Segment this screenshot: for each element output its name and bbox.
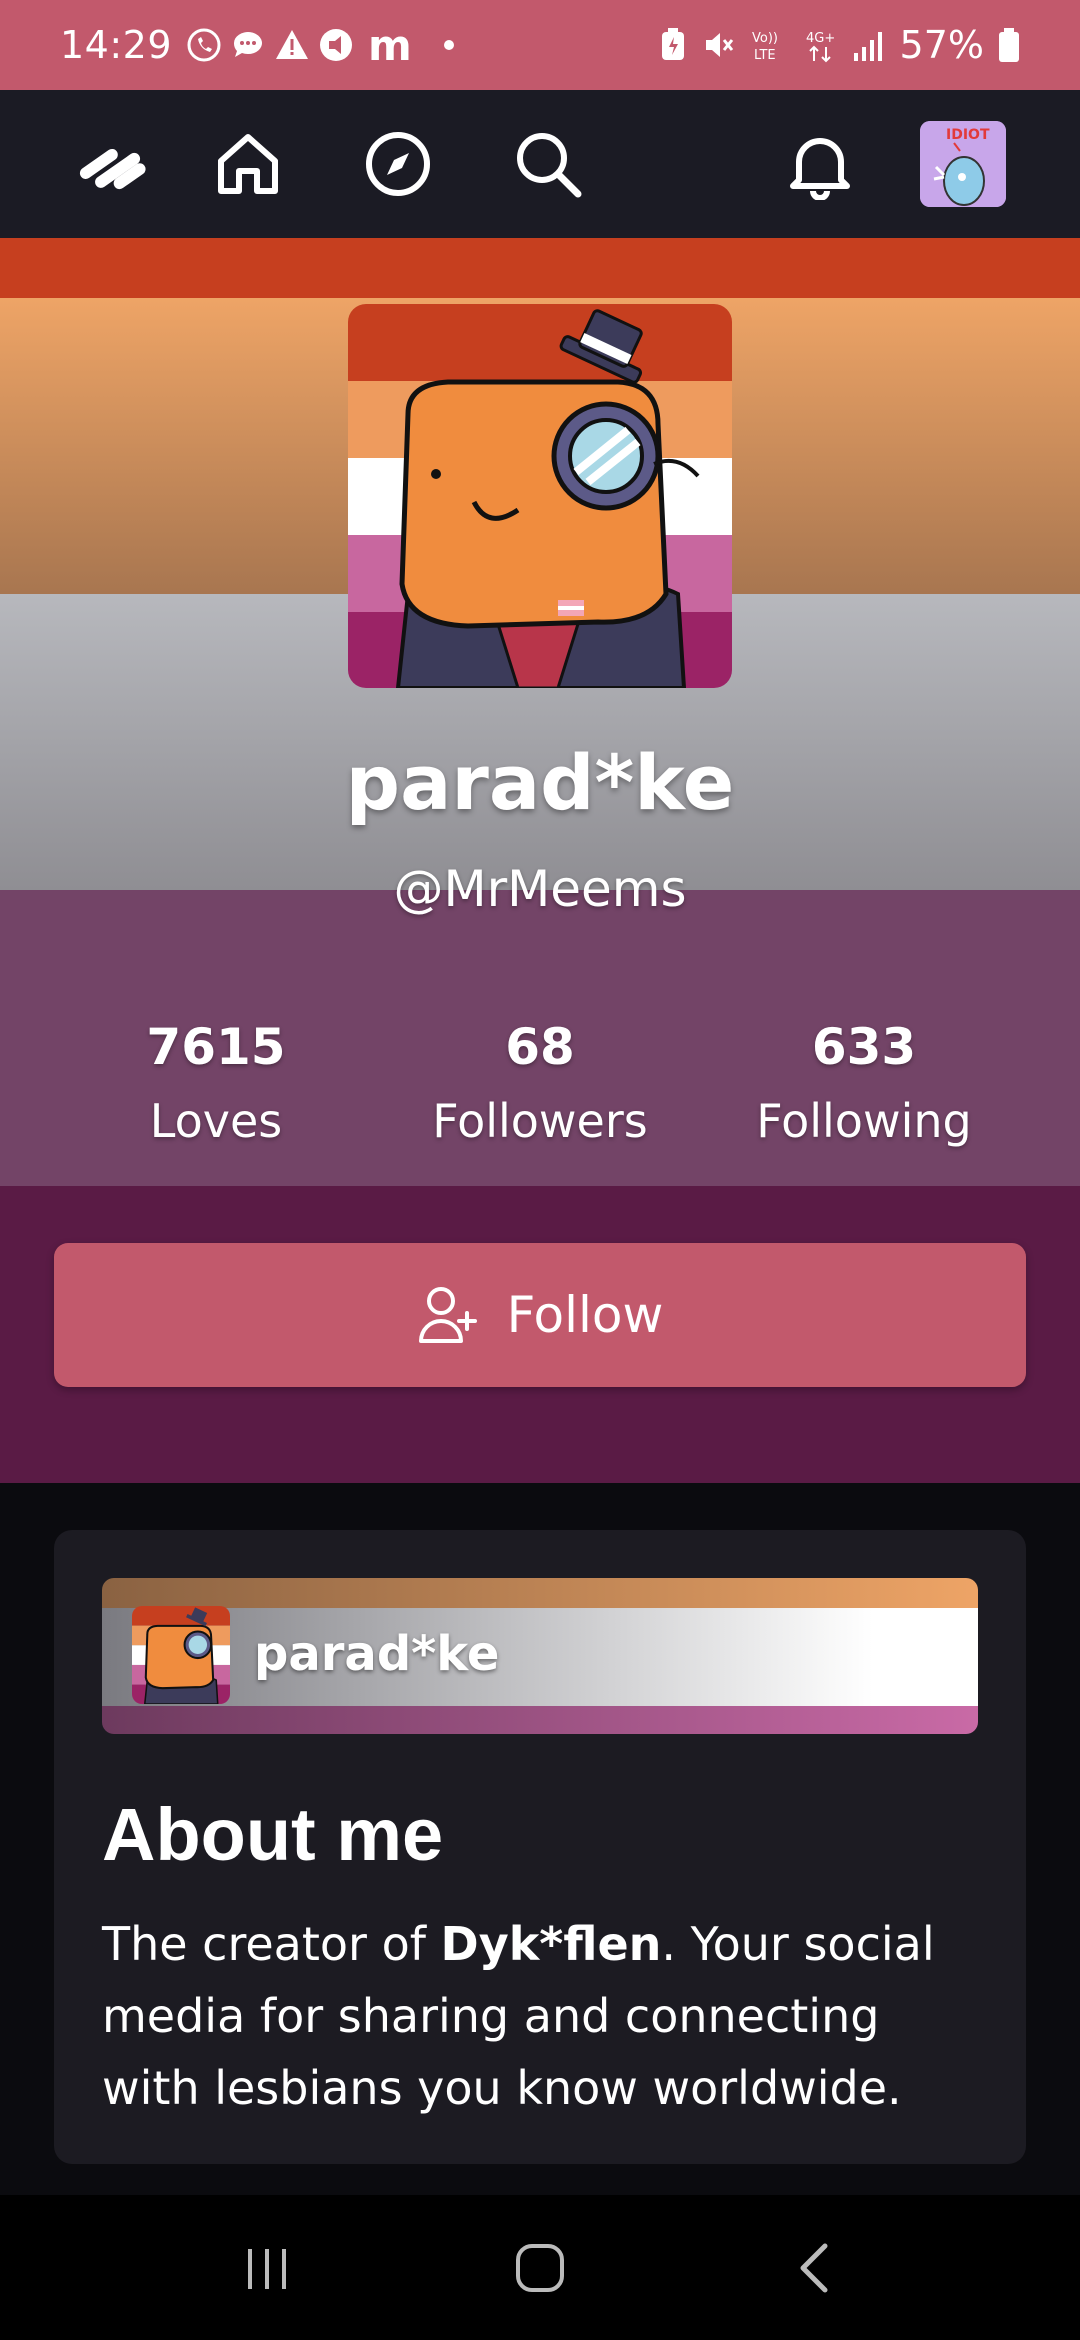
app-logo-icon[interactable] xyxy=(74,124,154,204)
bell-icon[interactable] xyxy=(780,124,860,204)
stat-value: 633 xyxy=(811,1018,917,1076)
profile-stats: 7615 Loves 68 Followers 633 Following xyxy=(0,1018,1080,1148)
back-chevron-icon xyxy=(800,2243,828,2292)
stat-loves[interactable]: 7615 Loves xyxy=(54,1018,378,1148)
battery-saver-icon xyxy=(661,28,684,60)
profile-banner: parad*ke @MrMeems 7615 Loves 68 Follower… xyxy=(0,238,1080,1483)
mini-avatar xyxy=(132,1606,230,1704)
follow-label: Follow xyxy=(506,1286,664,1344)
battery-icon xyxy=(999,28,1019,62)
viber-icon xyxy=(187,28,221,62)
status-bar: 14:29 m Vo)) LTE 4G+ 57% xyxy=(0,0,1080,90)
home-button[interactable] xyxy=(490,2218,590,2318)
battery-percentage: 57% xyxy=(899,23,984,67)
signal-icon xyxy=(853,32,882,61)
mini-profile-name: parad*ke xyxy=(254,1626,500,1682)
stat-label: Loves xyxy=(149,1094,283,1148)
stat-following[interactable]: 633 Following xyxy=(702,1018,1026,1148)
app-header: IDIOT xyxy=(0,90,1080,238)
about-text: The creator of Dyk*flen. Your social med… xyxy=(102,1917,935,2115)
svg-text:LTE: LTE xyxy=(754,48,776,63)
compass-icon[interactable] xyxy=(358,124,438,204)
about-card: parad*ke About me The creator of Dyk*fle… xyxy=(54,1530,1026,2164)
mini-profile-banner[interactable]: parad*ke xyxy=(102,1578,978,1734)
user-avatar[interactable]: IDIOT xyxy=(920,121,1006,207)
search-icon[interactable] xyxy=(508,124,588,204)
chat-bubble-icon xyxy=(234,32,263,57)
svg-text:Vo)): Vo)) xyxy=(752,31,778,46)
warning-icon xyxy=(276,30,309,59)
profile-handle: @MrMeems xyxy=(393,860,687,918)
notification-icons: m xyxy=(186,21,454,70)
volte-icon: Vo)) LTE xyxy=(752,31,778,63)
about-heading: About me xyxy=(102,1793,444,1876)
home-icon[interactable] xyxy=(208,124,288,204)
avatar-idiot-text: IDIOT xyxy=(946,127,990,143)
system-icons: Vo)) LTE 4G+ 57% xyxy=(660,23,1020,67)
stat-label: Following xyxy=(756,1094,972,1148)
stat-label: Followers xyxy=(432,1094,648,1148)
follow-button[interactable]: Follow xyxy=(54,1243,1026,1387)
svg-text:4G+: 4G+ xyxy=(806,31,835,46)
system-navigation-bar xyxy=(0,2195,1080,2340)
status-time: 14:29 xyxy=(60,23,173,67)
mute-icon xyxy=(705,33,733,57)
stat-followers[interactable]: 68 Followers xyxy=(378,1018,702,1148)
stat-value: 68 xyxy=(505,1018,575,1076)
cast-icon xyxy=(320,29,353,61)
more-notifications-dot xyxy=(443,40,454,50)
stat-value: 7615 xyxy=(146,1018,286,1076)
add-user-icon xyxy=(418,1287,477,1343)
recent-apps-button[interactable] xyxy=(217,2218,317,2318)
profile-avatar[interactable] xyxy=(348,304,732,688)
recent-apps-icon xyxy=(247,2248,286,2289)
carrier-glyph: m xyxy=(368,20,412,70)
4g-icon: 4G+ xyxy=(806,31,835,63)
profile-name: parad*ke xyxy=(345,738,735,827)
back-button[interactable] xyxy=(763,2218,863,2318)
home-square-icon xyxy=(515,2243,564,2292)
app-name-link: Dyk*flen xyxy=(440,1917,662,1971)
